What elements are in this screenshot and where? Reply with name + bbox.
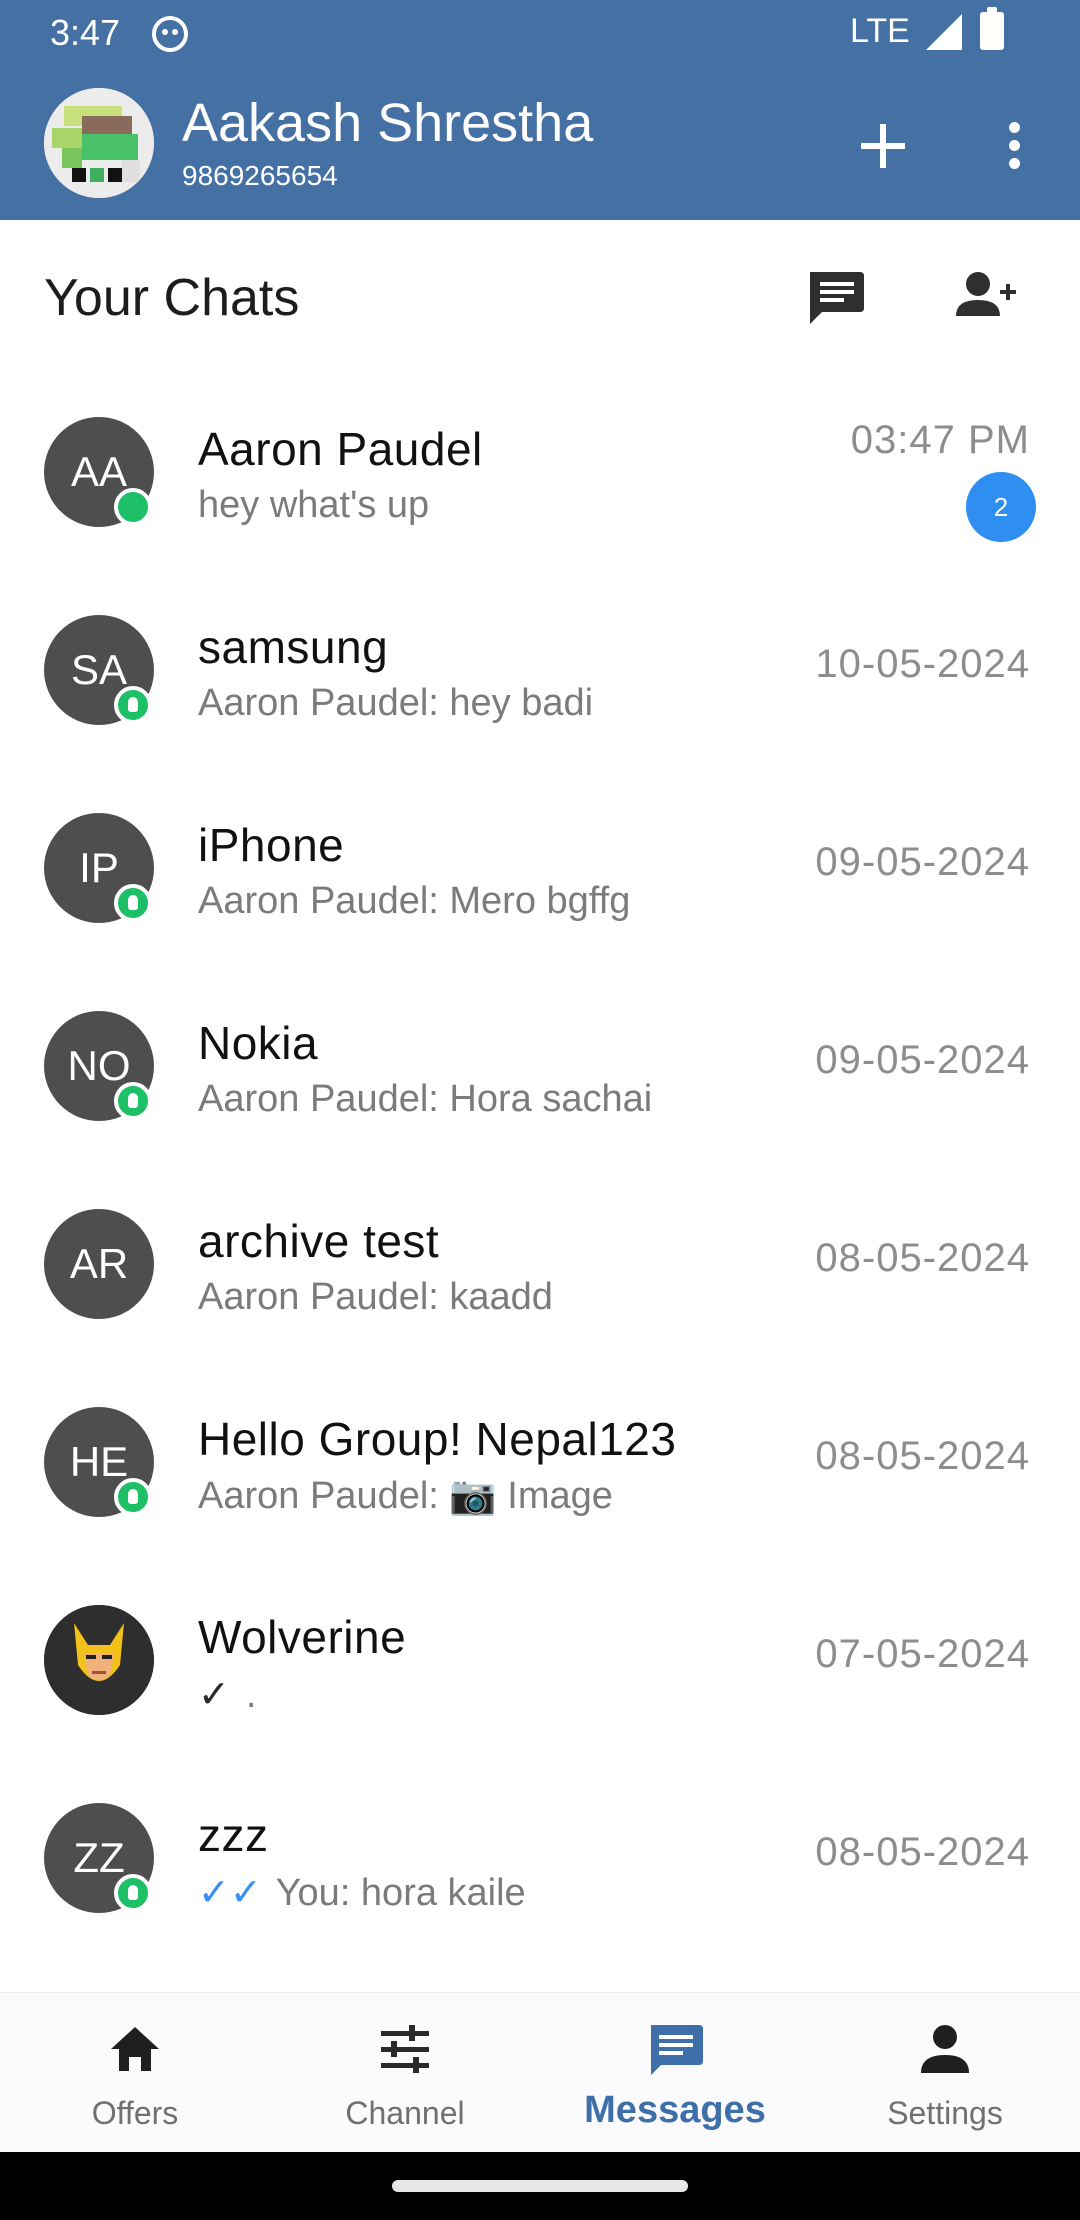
group-indicator-icon [114,1478,152,1516]
chat-time: 09-05-2024 [815,840,1030,884]
nav-settings[interactable]: Settings [810,1993,1080,2153]
chat-last-message: Aaron Paudel: hey badi [198,682,594,724]
bottom-navigation: Offers Channel Messages Settings [0,1992,1080,2152]
avatar [44,1605,154,1715]
add-contact-icon[interactable] [950,262,1020,332]
unread-badge: 2 [966,472,1036,542]
chat-icon [651,2025,703,2075]
chat-time: 08-05-2024 [815,1434,1030,1478]
group-indicator-icon [114,884,152,922]
user-name: Aakash Shrestha [182,93,594,153]
avatar-image [44,88,154,198]
chat-last-message: Aaron Paudel: kaadd [198,1276,553,1318]
group-indicator-icon [114,1874,152,1912]
chat-item[interactable]: ZZ zzz ✓✓ You: hora kaile 08-05-2024 [0,1758,1080,1956]
new-message-icon[interactable] [800,262,870,332]
chat-last-message: Aaron Paudel: Hora sachai [198,1078,653,1120]
add-button[interactable] [852,116,912,176]
wolverine-avatar-icon [44,1605,154,1715]
online-indicator [114,488,152,526]
profile-avatar[interactable] [44,88,154,198]
nav-label: Settings [887,2095,1003,2131]
chat-item[interactable]: HE Hello Group! Nepal123 Aaron Paudel: 📷… [0,1362,1080,1560]
battery-icon [980,7,1004,50]
nav-offers[interactable]: Offers [0,1993,270,2153]
chat-time: 08-05-2024 [815,1830,1030,1874]
chat-name: samsung [198,621,389,673]
message-sender: Aaron Paudel: [198,1475,450,1517]
person-icon [921,2025,969,2073]
chat-time: 09-05-2024 [815,1038,1030,1082]
camera-icon: 📷 [449,1475,497,1517]
tune-icon [381,2025,429,2073]
chat-last-message: ✓. [198,1672,256,1717]
network-type: LTE [850,12,910,50]
chat-item[interactable]: AR archive test Aaron Paudel: kaadd 08-0… [0,1164,1080,1362]
signal-icon [926,14,962,50]
chat-item[interactable]: SA samsung Aaron Paudel: hey badi 10-05-… [0,570,1080,768]
read-tick-icon: ✓✓ [198,1872,262,1914]
chat-item[interactable]: Wolverine ✓. 07-05-2024 [0,1560,1080,1758]
nav-label: Channel [345,2095,465,2131]
chat-time: 10-05-2024 [815,642,1030,686]
chat-time: 08-05-2024 [815,1236,1030,1280]
chat-name: iPhone [198,819,345,871]
sent-tick-icon: ✓ [198,1674,230,1716]
nav-label: Messages [584,2089,766,2131]
system-nav-bar [0,2152,1080,2220]
chat-item[interactable]: AA Aaron Paudel hey what's up 03:47 PM 2 [0,372,1080,570]
more-options-icon[interactable] [995,116,1035,176]
chat-time: 03:47 PM [850,418,1030,462]
nav-messages[interactable]: Messages [540,1993,810,2153]
avatar: AR [44,1209,154,1319]
group-indicator-icon [114,686,152,724]
status-time: 3:47 [50,12,121,53]
chat-last-message: ✓✓ You: hora kaile [198,1870,526,1915]
chat-name: archive test [198,1215,440,1267]
chat-last-message: hey what's up [198,484,430,526]
chat-last-message: Aaron Paudel: Mero bgffg [198,880,631,922]
chat-name: Aaron Paudel [198,423,483,475]
chat-item[interactable]: NO Nokia Aaron Paudel: Hora sachai 09-05… [0,966,1080,1164]
message-text: . [245,1674,257,1716]
home-icon [111,2027,159,2071]
message-text: You: hora kaile [275,1872,526,1914]
chat-name: Hello Group! Nepal123 [198,1413,677,1465]
user-phone: 9869265654 [182,160,338,191]
status-bar: 3:47 LTE [0,0,1080,64]
app-bar: Aakash Shrestha 9869265654 [0,64,1080,220]
section-title: Your Chats [44,269,300,327]
nav-label: Offers [91,2095,179,2131]
message-text: Image [496,1475,613,1517]
group-indicator-icon [114,1082,152,1120]
chat-name: zzz [198,1809,269,1861]
chat-time: 07-05-2024 [815,1632,1030,1676]
chat-name: Nokia [198,1017,319,1069]
nav-channel[interactable]: Channel [270,1993,540,2153]
notification-icon [152,16,188,52]
chat-item[interactable]: IP iPhone Aaron Paudel: Mero bgffg 09-05… [0,768,1080,966]
chat-name: Wolverine [198,1611,407,1663]
home-gesture-bar[interactable] [392,2180,688,2192]
top-bar: 3:47 LTE Aakash Shrestha 9869265654 [0,0,1080,220]
chat-last-message: Aaron Paudel: 📷 Image [198,1474,613,1518]
